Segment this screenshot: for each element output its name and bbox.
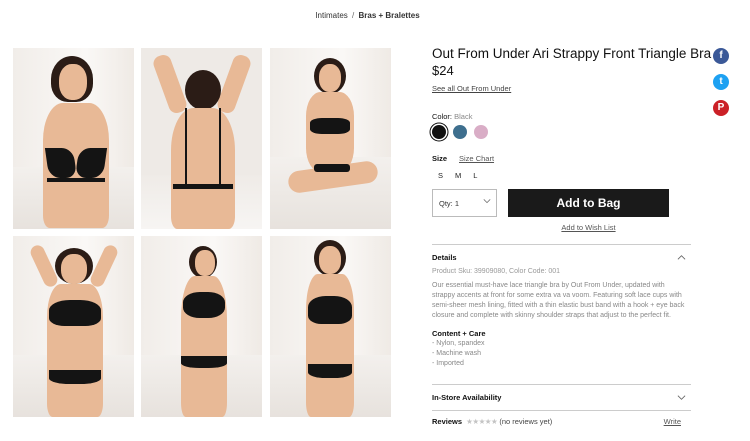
facebook-icon[interactable]: f [713,48,729,64]
star-rating-icon: ★★★★★ [466,417,498,426]
quantity-select[interactable]: Qty: 1 [432,189,497,217]
product-title: Out From Under Ari Strappy Front Triangl… [432,46,712,61]
details-section: Details Product Sku: 39909080, Color Cod… [432,244,691,384]
model-standing-photo[interactable] [270,236,391,417]
pinterest-icon[interactable]: P [713,100,729,116]
model-seated-photo[interactable] [270,48,391,229]
chevron-down-icon [483,199,491,204]
product-panel: Out From Under Ari Strappy Front Triangl… [432,46,712,426]
reviews-section: Reviews ★★★★★ (no reviews yet) Write [432,410,691,432]
buy-row: Qty: 1 Add to Bag [432,189,692,217]
reviews-label: Reviews [432,417,463,426]
model-side-photo[interactable] [141,236,262,417]
color-swatches [432,125,692,139]
qty-label: Qty: [439,199,453,208]
swatch-blue[interactable] [453,125,467,139]
chevron-up-icon [677,255,686,260]
size-chart-link[interactable]: Size Chart [459,154,494,163]
size-options: S M L [432,171,692,180]
breadcrumb-link-intimates[interactable]: Intimates [315,11,347,20]
product-sku: Product Sku: 39909080, Color Code: 001 [432,268,561,275]
model-front-full-photo[interactable] [13,236,134,417]
reviews-count: (no reviews yet) [499,417,553,426]
care-heading: Content + Care [432,329,486,338]
color-label: Color: Black [432,112,692,121]
breadcrumb: Intimates / Bras + Bralettes [0,11,735,20]
care-list: - Nylon, spandex - Machine wash - Import… [432,339,691,369]
add-to-bag-button[interactable]: Add to Bag [508,189,669,217]
size-row: Size Size Chart [432,154,692,163]
add-to-wishlist-link[interactable]: Add to Wish List [508,223,669,232]
size-label: Size [432,154,448,163]
reviews-row: Reviews ★★★★★ (no reviews yet) Write [432,417,691,426]
product-description: Our essential must-have lace triangle br… [432,282,685,319]
details-heading: Details [432,253,457,262]
color-label-text: Color: [432,112,453,121]
product-price: $24 [432,63,454,78]
size-option-s[interactable]: S [438,171,443,180]
details-header[interactable]: Details [432,253,691,262]
write-review-link[interactable]: Write [664,417,681,426]
in-store-heading: In-Store Availability [432,393,502,402]
size-option-m[interactable]: M [455,171,461,180]
care-item: - Machine wash [432,350,482,357]
social-share-bar: f t P [713,48,729,126]
care-item: - Nylon, spandex [432,340,485,347]
qty-value: 1 [454,199,460,208]
care-item: - Imported [432,360,464,367]
model-front-photo[interactable] [13,48,134,229]
in-store-header[interactable]: In-Store Availability [432,393,691,402]
breadcrumb-separator: / [352,11,355,20]
twitter-icon[interactable]: t [713,74,729,90]
swatch-black[interactable] [432,125,446,139]
in-store-section: In-Store Availability [432,384,691,410]
breadcrumb-current[interactable]: Bras + Bralettes [359,11,420,20]
model-back-photo[interactable] [141,48,262,229]
size-option-l[interactable]: L [473,171,477,180]
swatch-pink[interactable] [474,125,488,139]
color-value: Black [454,112,473,121]
chevron-down-icon [677,395,686,400]
brand-link[interactable]: See all Out From Under [432,84,511,93]
